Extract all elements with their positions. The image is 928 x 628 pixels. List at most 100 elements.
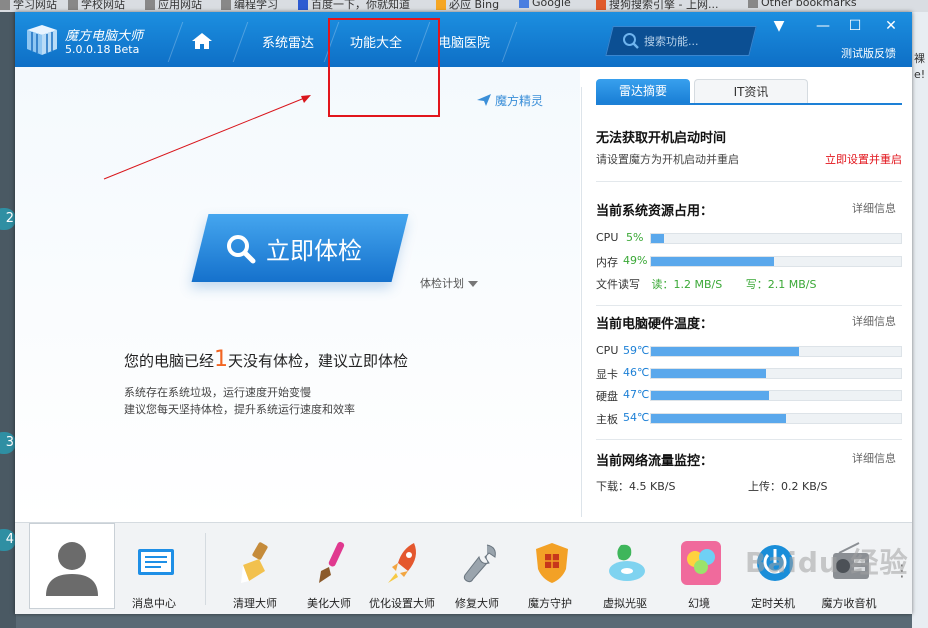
folder-icon: [221, 0, 231, 10]
bookmark-item[interactable]: Other bookmarks: [748, 0, 857, 9]
app-version: 5.0.0.18 Beta: [65, 43, 140, 56]
chevron-down-icon: [468, 281, 478, 287]
tool-beautify-master[interactable]: 美化大师: [294, 541, 364, 611]
background-page-right: 裸 e!: [912, 12, 928, 628]
tab-underline: [596, 103, 902, 105]
search-input[interactable]: 搜索功能...: [644, 33, 699, 49]
magnifier-icon: [227, 235, 256, 264]
bookmark-item[interactable]: Google: [519, 0, 571, 9]
disk-temp-row: 硬盘 47℃: [596, 388, 902, 403]
bookmark-item[interactable]: 编程学习: [221, 0, 278, 12]
bookmark-item[interactable]: 搜狗搜索引擎 - 上网...: [596, 0, 718, 12]
tool-label: 优化设置大师: [369, 597, 435, 610]
user-avatar-icon: [46, 542, 98, 596]
minimize-button[interactable]: —: [813, 18, 833, 34]
tool-label: 幻境: [688, 597, 710, 610]
home-icon[interactable]: [187, 30, 217, 52]
radar-summary-panel: 雷达摘要 IT资讯 无法获取开机启动时间 请设置魔方为开机启动并重启 立即设置并…: [596, 77, 902, 517]
tool-label: 修复大师: [455, 597, 499, 610]
bookmark-item[interactable]: 百度一下，你就知道: [298, 0, 410, 12]
app-window: 魔方电脑大师 5.0.0.18 Beta 系统雷达 功能大全 电脑医院 搜索功能…: [15, 12, 912, 614]
tool-label: 定时关机: [751, 597, 795, 610]
background-text: 裸: [914, 52, 925, 65]
toolbar-divider: [205, 533, 206, 605]
google-icon: [519, 0, 529, 8]
tool-optimize-master[interactable]: 优化设置大师: [367, 541, 437, 611]
tab-pc-hospital[interactable]: 电脑医院: [438, 32, 490, 51]
tab-it-news[interactable]: IT资讯: [694, 79, 808, 104]
section-divider: [596, 305, 902, 306]
tool-label: 美化大师: [307, 597, 351, 610]
wrench-icon: [463, 544, 496, 583]
paper-plane-icon: [477, 94, 491, 106]
shield-icon: [536, 543, 568, 583]
paint-brush-icon: [319, 541, 345, 583]
tool-label: 消息中心: [132, 597, 176, 610]
search-box[interactable]: 搜索功能...: [605, 26, 757, 56]
bing-icon: [436, 0, 446, 10]
tool-virtual-drive[interactable]: 虚拟光驱: [590, 541, 660, 611]
virtual-disc-icon: [609, 544, 645, 581]
network-detail-link[interactable]: 详细信息: [852, 450, 896, 466]
check-now-label: 立即体检: [266, 237, 362, 265]
tab-system-radar[interactable]: 系统雷达: [262, 32, 314, 51]
check-now-button[interactable]: 立即体检: [190, 214, 410, 282]
menu-dropdown-button[interactable]: ▼: [769, 18, 789, 34]
step-number: 2: [0, 208, 16, 230]
background-text: e!: [914, 68, 926, 81]
folder-icon: [145, 0, 155, 10]
check-plan-dropdown[interactable]: 体检计划: [420, 275, 478, 291]
bookmark-item[interactable]: 应用网站: [145, 0, 202, 12]
maximize-button[interactable]: ☐: [845, 18, 865, 34]
title-bar: 魔方电脑大师 5.0.0.18 Beta 系统雷达 功能大全 电脑医院 搜索功能…: [15, 12, 912, 67]
cpu-usage-bar: [651, 234, 664, 243]
magic-spirit-link[interactable]: 魔方精灵: [477, 92, 543, 109]
section-divider: [596, 181, 902, 182]
step-number: 4: [0, 529, 16, 551]
tool-illusion[interactable]: 幻境: [664, 541, 734, 611]
tool-bar: 消息中心 清理大师 美化大师 优化设置大师 修复大师 魔方守护 虚拟光驱 幻境 …: [15, 522, 912, 614]
board-temp-row: 主板 54℃: [596, 411, 902, 426]
section-divider: [596, 439, 902, 440]
baidu-icon: [298, 0, 308, 10]
avatar[interactable]: [29, 523, 115, 609]
tab-radar-summary[interactable]: 雷达摘要: [596, 79, 690, 103]
bookmark-item[interactable]: 学校网站: [68, 0, 125, 12]
days-count: 1: [214, 347, 229, 372]
bookmarks-bar: 学习网站 学校网站 应用网站 编程学习 百度一下，你就知道 必应 Bing Go…: [0, 0, 928, 12]
main-panel: 魔方精灵 立即体检 体检计划 您的电脑已经1天没有体检，建议立即体检 系统存在系…: [15, 67, 580, 522]
panel-divider: [581, 87, 582, 517]
search-icon: [623, 33, 639, 49]
tool-message-center[interactable]: 消息中心: [119, 541, 189, 611]
boot-time-title: 无法获取开机启动时间: [596, 131, 727, 146]
nav-divider: [232, 22, 249, 62]
tool-guard[interactable]: 魔方守护: [515, 541, 585, 611]
cleaning-brush-icon: [241, 542, 268, 583]
memory-usage-bar: [651, 257, 774, 266]
close-button[interactable]: ✕: [881, 18, 901, 34]
step-number: 3: [0, 432, 16, 454]
message-center-icon: [138, 549, 174, 575]
beta-feedback-link[interactable]: 测试版反馈: [841, 45, 896, 61]
sogou-icon: [596, 0, 606, 10]
tip-text: 系统存在系统垃圾，运行速度开始变慢: [124, 386, 311, 399]
balloons-icon: [681, 541, 721, 585]
tool-clean-master[interactable]: 清理大师: [220, 541, 290, 611]
set-and-restart-link[interactable]: 立即设置并重启: [825, 151, 902, 167]
app-name: 魔方电脑大师: [65, 29, 144, 44]
bookmark-item[interactable]: 必应 Bing: [436, 0, 499, 12]
app-logo-icon: [27, 25, 57, 55]
background-page-left: 2 3 4: [0, 12, 16, 628]
tool-repair-master[interactable]: 修复大师: [442, 541, 512, 611]
bookmark-item[interactable]: 学习网站: [0, 0, 57, 12]
network-title: 当前网络流量监控：: [596, 454, 714, 469]
temperature-detail-link[interactable]: 详细信息: [852, 313, 896, 329]
tool-label: 清理大师: [233, 597, 277, 610]
folder-icon: [0, 0, 10, 10]
folder-icon: [68, 0, 78, 10]
nav-divider: [167, 22, 184, 62]
tool-label: 虚拟光驱: [603, 597, 647, 610]
resource-detail-link[interactable]: 详细信息: [852, 200, 896, 216]
boot-time-hint: 请设置魔方为开机启动并重启: [596, 153, 739, 166]
tool-label: 魔方收音机: [821, 597, 877, 610]
